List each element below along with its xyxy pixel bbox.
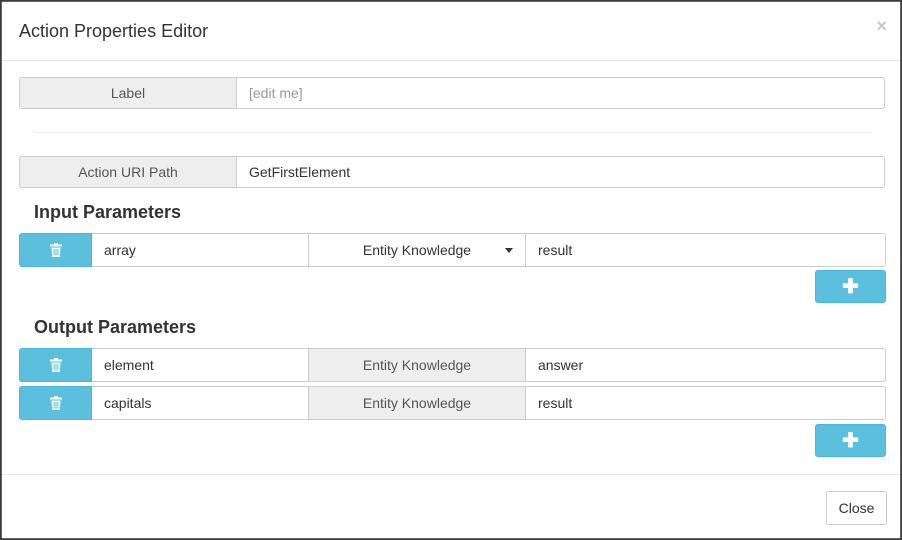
param-name-input[interactable]: array [92, 233, 309, 267]
trash-icon [49, 396, 62, 410]
input-param-row: array Entity Knowledge result [19, 233, 886, 267]
action-properties-dialog: Action Properties Editor × Label [edit m… [1, 1, 901, 539]
param-type-readonly: Entity Knowledge [309, 348, 526, 382]
close-x-button[interactable]: × [876, 16, 887, 36]
dialog-title: Action Properties Editor [19, 21, 209, 41]
output-parameters-heading: Output Parameters [34, 317, 197, 337]
param-type-select[interactable]: Entity Knowledge [309, 233, 526, 267]
close-button[interactable]: Close [826, 491, 887, 525]
footer-divider [2, 474, 900, 475]
delete-output-param-button[interactable] [19, 348, 92, 382]
uri-field-group: Action URI Path GetFirstElement [19, 156, 885, 188]
delete-output-param-button[interactable] [19, 386, 92, 420]
param-value-input[interactable]: result [526, 233, 886, 267]
param-type-readonly: Entity Knowledge [309, 386, 526, 420]
dialog-header: Action Properties Editor × [2, 2, 900, 61]
trash-icon [49, 358, 62, 372]
param-name-input[interactable]: capitals [92, 386, 309, 420]
plus-icon: ✚ [842, 275, 859, 298]
param-name-input[interactable]: element [92, 348, 309, 382]
param-type-label: Entity Knowledge [362, 242, 472, 258]
uri-addon: Action URI Path [20, 157, 237, 187]
param-value-input[interactable]: result [526, 386, 886, 420]
delete-input-param-button[interactable] [19, 233, 92, 267]
caret-down-icon [505, 248, 513, 253]
plus-icon: ✚ [842, 429, 859, 452]
param-value-input[interactable]: answer [526, 348, 886, 382]
label-addon: Label [20, 78, 237, 108]
add-input-param-button[interactable]: ✚ [815, 270, 886, 303]
add-output-param-button[interactable]: ✚ [815, 424, 886, 457]
uri-input[interactable]: GetFirstElement [237, 157, 884, 187]
label-input[interactable]: [edit me] [237, 78, 884, 108]
label-field-group: Label [edit me] [19, 77, 885, 109]
input-parameters-heading: Input Parameters [34, 202, 182, 222]
output-param-row: element Entity Knowledge answer [19, 348, 886, 382]
trash-icon [49, 243, 62, 257]
output-param-row: capitals Entity Knowledge result [19, 386, 886, 420]
divider [34, 132, 872, 133]
